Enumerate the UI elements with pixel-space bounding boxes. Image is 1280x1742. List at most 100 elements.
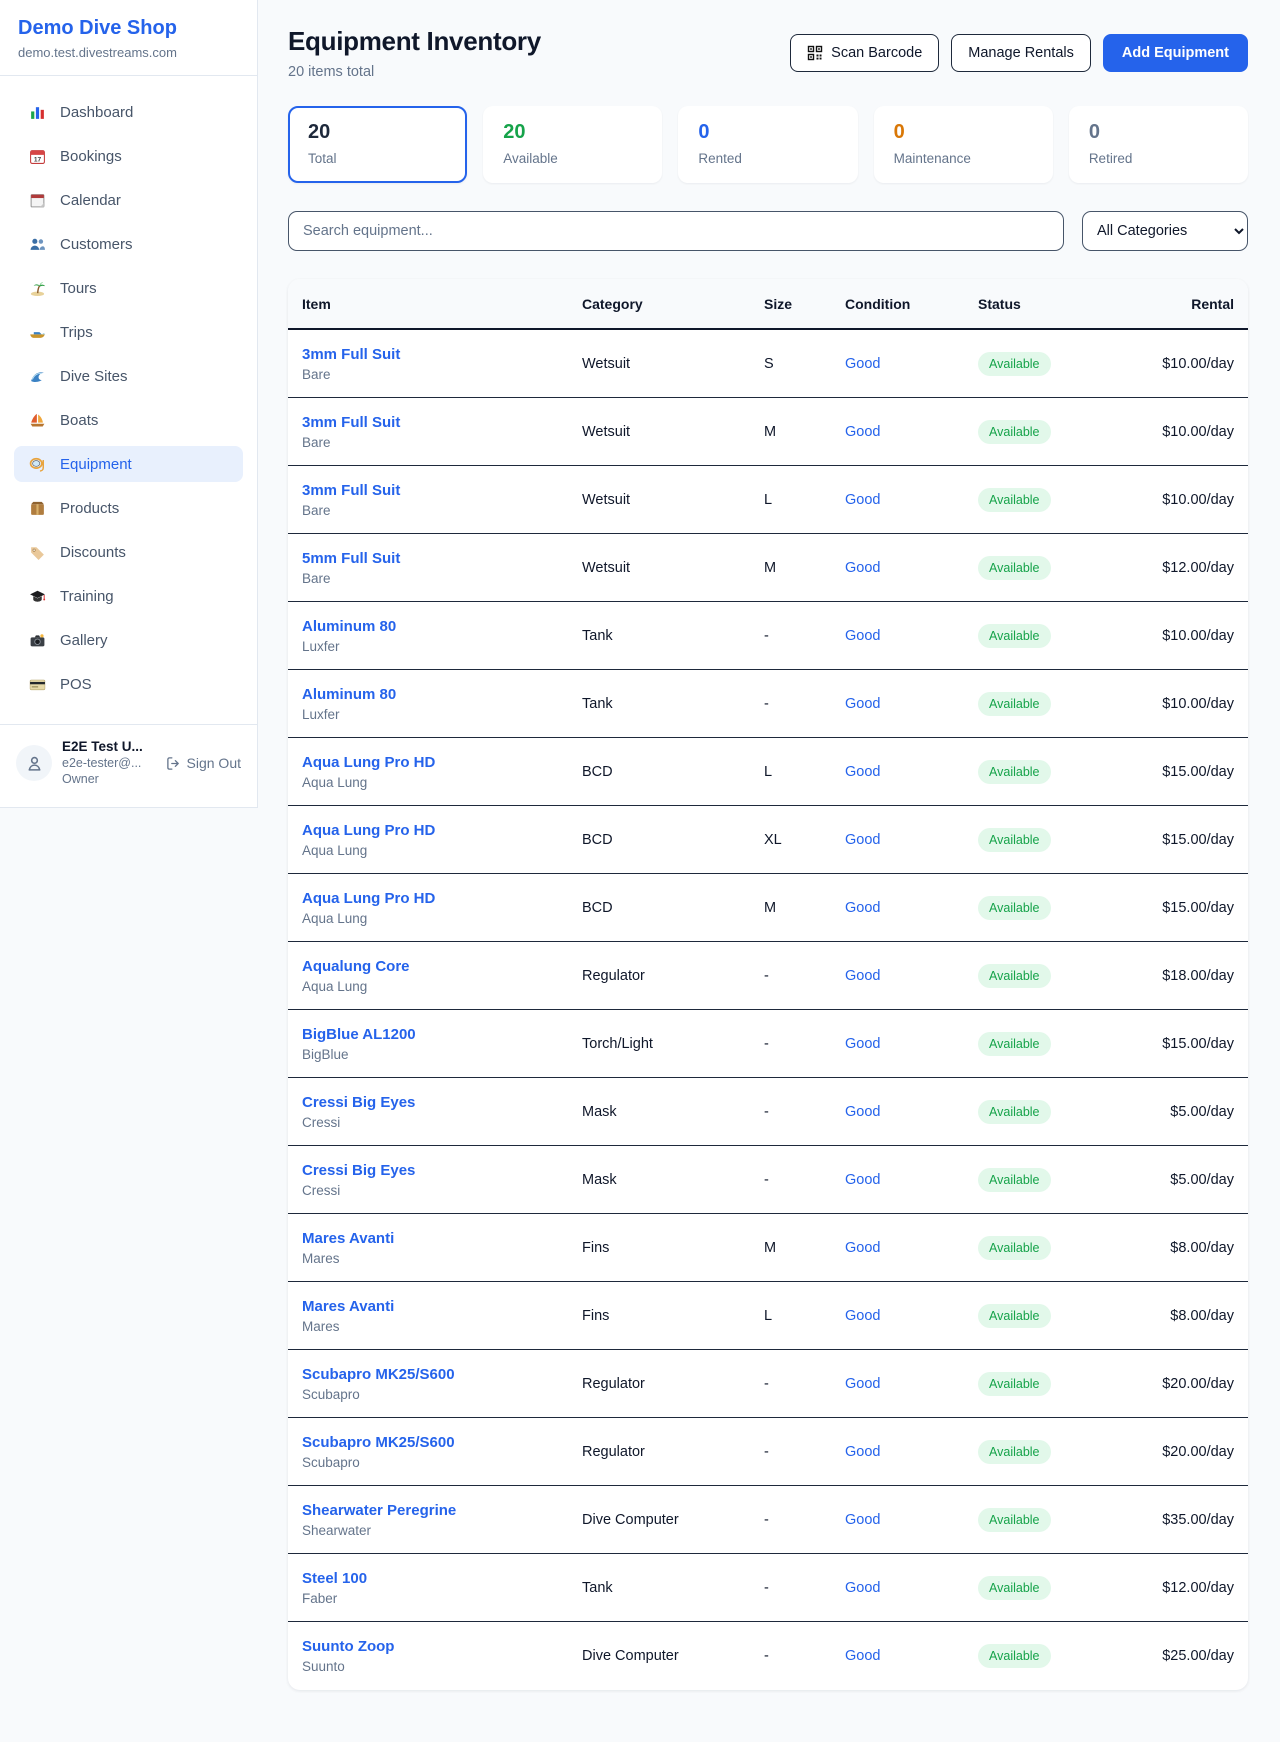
search-input[interactable] — [288, 211, 1064, 251]
stat-card-rented[interactable]: 0 Rented — [678, 106, 857, 183]
stat-card-maintenance[interactable]: 0 Maintenance — [874, 106, 1053, 183]
item-name-link[interactable]: Scubapro MK25/S600 — [302, 1366, 582, 1383]
sidebar-item-equipment[interactable]: Equipment — [14, 446, 243, 482]
item-name-link[interactable]: Steel 100 — [302, 1570, 582, 1587]
table-row: 3mm Full Suit Bare Wetsuit S Good Availa… — [288, 330, 1248, 398]
item-name-link[interactable]: Scubapro MK25/S600 — [302, 1434, 582, 1451]
item-name-link[interactable]: 3mm Full Suit — [302, 414, 582, 431]
condition-link[interactable]: Good — [845, 900, 978, 916]
item-name-link[interactable]: Aqua Lung Pro HD — [302, 822, 582, 839]
sidebar-item-products[interactable]: Products — [14, 490, 243, 526]
condition-link[interactable]: Good — [845, 424, 978, 440]
sign-out-button[interactable]: Sign Out — [166, 755, 241, 771]
item-name-link[interactable]: Cressi Big Eyes — [302, 1162, 582, 1179]
sign-out-label: Sign Out — [187, 755, 241, 771]
sidebar-item-label: Dashboard — [60, 104, 133, 121]
condition-link[interactable]: Good — [845, 628, 978, 644]
category-cell: Wetsuit — [582, 356, 764, 372]
status-badge: Available — [978, 1644, 1051, 1668]
status-cell: Available — [978, 1576, 1118, 1600]
condition-link[interactable]: Good — [845, 1444, 978, 1460]
column-header-category: Category — [582, 296, 764, 312]
rental-cell: $15.00/day — [1118, 1036, 1234, 1052]
table-row: Aqualung Core Aqua Lung Regulator - Good… — [288, 942, 1248, 1010]
sidebar-item-label: POS — [60, 676, 92, 693]
item-name-link[interactable]: Aluminum 80 — [302, 618, 582, 635]
items-total-count: 20 items total — [288, 64, 541, 80]
sidebar-item-customers[interactable]: Customers — [14, 226, 243, 262]
condition-link[interactable]: Good — [845, 1104, 978, 1120]
graduation-cap-icon — [29, 588, 46, 605]
sidebar-item-calendar[interactable]: Calendar — [14, 182, 243, 218]
sidebar-item-tours[interactable]: Tours — [14, 270, 243, 306]
add-equipment-button[interactable]: Add Equipment — [1103, 34, 1248, 72]
condition-link[interactable]: Good — [845, 356, 978, 372]
condition-link[interactable]: Good — [845, 1240, 978, 1256]
item-cell: Aluminum 80 Luxfer — [302, 618, 582, 654]
stat-card-total[interactable]: 20 Total — [288, 106, 467, 183]
item-name-link[interactable]: Aluminum 80 — [302, 686, 582, 703]
sidebar-item-pos[interactable]: POS — [14, 666, 243, 702]
stat-card-retired[interactable]: 0 Retired — [1069, 106, 1248, 183]
size-cell: L — [764, 492, 845, 508]
sidebar-item-trips[interactable]: Trips — [14, 314, 243, 350]
item-name-link[interactable]: Cressi Big Eyes — [302, 1094, 582, 1111]
item-name-link[interactable]: BigBlue AL1200 — [302, 1026, 582, 1043]
category-cell: Regulator — [582, 1376, 764, 1392]
status-cell: Available — [978, 1236, 1118, 1260]
condition-link[interactable]: Good — [845, 968, 978, 984]
item-name-link[interactable]: Suunto Zoop — [302, 1638, 582, 1655]
category-filter[interactable]: All Categories — [1082, 211, 1248, 251]
scan-barcode-button[interactable]: Scan Barcode — [790, 34, 939, 72]
item-name-link[interactable]: Shearwater Peregrine — [302, 1502, 582, 1519]
sidebar-item-bookings[interactable]: Bookings — [14, 138, 243, 174]
condition-link[interactable]: Good — [845, 492, 978, 508]
item-name-link[interactable]: Aqua Lung Pro HD — [302, 890, 582, 907]
status-badge: Available — [978, 760, 1051, 784]
sidebar-item-label: Bookings — [60, 148, 122, 165]
condition-link[interactable]: Good — [845, 1580, 978, 1596]
item-name-link[interactable]: 3mm Full Suit — [302, 482, 582, 499]
sidebar-item-dive-sites[interactable]: Dive Sites — [14, 358, 243, 394]
condition-link[interactable]: Good — [845, 696, 978, 712]
size-cell: - — [764, 1444, 845, 1460]
status-cell: Available — [978, 1440, 1118, 1464]
status-badge: Available — [978, 556, 1051, 580]
status-cell: Available — [978, 760, 1118, 784]
condition-link[interactable]: Good — [845, 1308, 978, 1324]
sidebar-item-gallery[interactable]: Gallery — [14, 622, 243, 658]
category-cell: BCD — [582, 764, 764, 780]
condition-link[interactable]: Good — [845, 560, 978, 576]
item-brand: Bare — [302, 503, 582, 518]
item-cell: Scubapro MK25/S600 Scubapro — [302, 1434, 582, 1470]
status-badge: Available — [978, 692, 1051, 716]
item-name-link[interactable]: 3mm Full Suit — [302, 346, 582, 363]
condition-link[interactable]: Good — [845, 1172, 978, 1188]
sidebar-item-dashboard[interactable]: Dashboard — [14, 94, 243, 130]
condition-link[interactable]: Good — [845, 1376, 978, 1392]
item-name-link[interactable]: 5mm Full Suit — [302, 550, 582, 567]
manage-rentals-button[interactable]: Manage Rentals — [951, 34, 1091, 72]
sidebar-item-discounts[interactable]: Discounts — [14, 534, 243, 570]
condition-link[interactable]: Good — [845, 1036, 978, 1052]
item-name-link[interactable]: Mares Avanti — [302, 1298, 582, 1315]
bar-chart-icon — [29, 104, 46, 121]
sidebar-item-training[interactable]: Training — [14, 578, 243, 614]
item-name-link[interactable]: Mares Avanti — [302, 1230, 582, 1247]
condition-link[interactable]: Good — [845, 832, 978, 848]
condition-link[interactable]: Good — [845, 1648, 978, 1664]
logout-icon — [166, 756, 181, 771]
item-name-link[interactable]: Aqua Lung Pro HD — [302, 754, 582, 771]
user-role: Owner — [62, 772, 143, 788]
brand-name[interactable]: Demo Dive Shop — [18, 17, 239, 40]
condition-link[interactable]: Good — [845, 764, 978, 780]
condition-link[interactable]: Good — [845, 1512, 978, 1528]
sidebar-item-boats[interactable]: Boats — [14, 402, 243, 438]
stat-value: 0 — [698, 121, 837, 144]
stat-card-available[interactable]: 20 Available — [483, 106, 662, 183]
status-badge: Available — [978, 1508, 1051, 1532]
item-brand: Luxfer — [302, 707, 582, 722]
item-name-link[interactable]: Aqualung Core — [302, 958, 582, 975]
status-cell: Available — [978, 1644, 1118, 1668]
item-brand: Aqua Lung — [302, 775, 582, 790]
